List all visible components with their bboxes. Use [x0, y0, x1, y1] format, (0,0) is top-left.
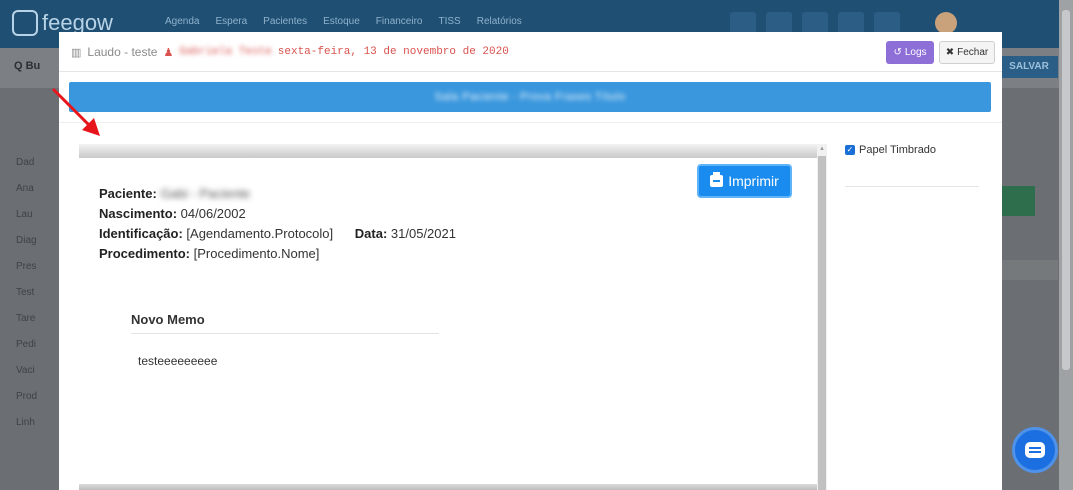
modal-header: ▥ Laudo - teste ♟ Gabriela Teste sexta-f…	[59, 32, 1002, 72]
papel-timbrado-checkbox[interactable]: ✓	[845, 145, 855, 155]
sidebar-item[interactable]: Ana	[0, 176, 60, 202]
nascimento-value: 04/06/2002	[180, 206, 246, 221]
menu-item-relatorios[interactable]: Relatórios	[477, 16, 522, 27]
menu-item-tiss[interactable]: TISS	[439, 16, 461, 27]
sidebar-item[interactable]: Test	[0, 280, 60, 306]
app-green-block	[1002, 186, 1035, 216]
modal-date: sexta-feira, 13 de novembro de 2020	[277, 46, 509, 58]
page-scrollbar[interactable]	[1059, 0, 1073, 490]
data-value: 31/05/2021	[390, 226, 456, 241]
avatar[interactable]	[935, 12, 957, 34]
document-preview[interactable]: ▲ Imprimir Paciente: Gabi - Paciente Nas…	[79, 144, 827, 490]
app-menu: Agenda Espera Pacientes Estoque Financei…	[165, 16, 522, 27]
history-icon: ↺	[893, 47, 902, 58]
paciente-value: Gabi - Paciente	[160, 186, 251, 201]
modal-title: ▥ Laudo - teste ♟ Gabriela Teste sexta-f…	[71, 45, 509, 59]
patient-icon: ♟	[163, 46, 174, 59]
procedimento-value: [Procedimento.Nome]	[193, 246, 320, 261]
banner-text: Sala Paciente - Prova Frases Título	[434, 91, 626, 103]
sidebar-item[interactable]: Dad	[0, 150, 60, 176]
print-button[interactable]: Imprimir	[697, 164, 792, 198]
data-label: Data:	[354, 226, 388, 241]
grid-icon[interactable]	[802, 12, 828, 34]
sidebar-item[interactable]: Prod	[0, 384, 60, 410]
app-search[interactable]: Q Bu	[14, 60, 40, 72]
sidebar-item[interactable]: Pedi	[0, 332, 60, 358]
modal-banner: Sala Paciente - Prova Frases Título	[69, 82, 991, 112]
chat-icon[interactable]	[766, 12, 792, 34]
phone-icon[interactable]	[730, 12, 756, 34]
nascimento-label: Nascimento:	[99, 206, 178, 221]
identificacao-row: Identificação: [Agendamento.Protocolo] D…	[99, 224, 456, 244]
divider	[845, 186, 979, 187]
papel-timbrado-option[interactable]: ✓ Papel Timbrado	[845, 144, 981, 156]
paciente-label: Paciente:	[99, 186, 157, 201]
logs-label: Logs	[904, 47, 927, 58]
app-gray-strip	[1002, 260, 1058, 280]
print-label: Imprimir	[728, 173, 779, 189]
sidebar-item[interactable]: Vaci	[0, 358, 60, 384]
identificacao-value: [Agendamento.Protocolo]	[186, 226, 334, 241]
document-header-bar	[79, 144, 817, 158]
memo-title: Novo Memo	[131, 312, 439, 334]
scroll-up-icon[interactable]: ▲	[817, 144, 827, 154]
divider	[59, 122, 1002, 123]
sidebar-item[interactable]: Linh	[0, 410, 60, 436]
memo-section: Novo Memo testeeeeeeeee	[131, 312, 439, 368]
sidebar-item[interactable]: Tare	[0, 306, 60, 332]
cloud-icon[interactable]	[874, 12, 900, 34]
page-scrollbar-thumb[interactable]	[1062, 10, 1070, 370]
chat-widget-button[interactable]	[1012, 427, 1058, 473]
nascimento-row: Nascimento: 04/06/2002	[99, 204, 456, 224]
logs-button[interactable]: ↺ Logs	[886, 41, 934, 64]
app-sidebar: Dad Ana Lau Diag Pres Test Tare Pedi Vac…	[0, 150, 60, 436]
menu-item-espera[interactable]: Espera	[215, 16, 247, 27]
user-icon[interactable]	[838, 12, 864, 34]
close-label: Fechar	[957, 47, 989, 58]
document-scrollbar-thumb[interactable]	[818, 156, 826, 490]
menu-item-financeiro[interactable]: Financeiro	[376, 16, 423, 27]
annotation-arrow-icon	[52, 88, 100, 136]
logo-icon	[12, 10, 38, 36]
identificacao-label: Identificação:	[99, 226, 183, 241]
close-button[interactable]: ✖ Fechar	[939, 41, 995, 64]
patient-info: Paciente: Gabi - Paciente Nascimento: 04…	[99, 184, 456, 264]
sidebar-item[interactable]: Pres	[0, 254, 60, 280]
app-toolbar	[730, 12, 900, 34]
sidebar-item[interactable]: Diag	[0, 228, 60, 254]
close-icon: ✖	[945, 47, 955, 58]
menu-item-agenda[interactable]: Agenda	[165, 16, 199, 27]
bar-chart-icon: ▥	[71, 46, 82, 59]
salvar-button[interactable]: SALVAR	[1000, 56, 1058, 78]
chat-icon	[1025, 442, 1045, 458]
patient-name: Gabriela Teste	[179, 46, 272, 58]
memo-text: testeeeeeeeee	[138, 354, 218, 368]
printer-icon	[710, 172, 724, 187]
paciente-row: Paciente: Gabi - Paciente	[99, 184, 456, 204]
document-scrollbar[interactable]: ▲	[817, 144, 827, 490]
options-panel: ✓ Papel Timbrado	[845, 144, 981, 187]
procedimento-row: Procedimento: [Procedimento.Nome]	[99, 244, 456, 264]
menu-item-estoque[interactable]: Estoque	[323, 16, 360, 27]
modal-title-text: Laudo - teste	[87, 45, 158, 59]
laudo-modal: ▥ Laudo - teste ♟ Gabriela Teste sexta-f…	[59, 32, 1002, 490]
document-footer-bar	[79, 484, 817, 490]
sidebar-item[interactable]: Lau	[0, 202, 60, 228]
menu-item-pacientes[interactable]: Pacientes	[263, 16, 307, 27]
procedimento-label: Procedimento:	[99, 246, 191, 261]
papel-timbrado-label: Papel Timbrado	[859, 144, 937, 156]
